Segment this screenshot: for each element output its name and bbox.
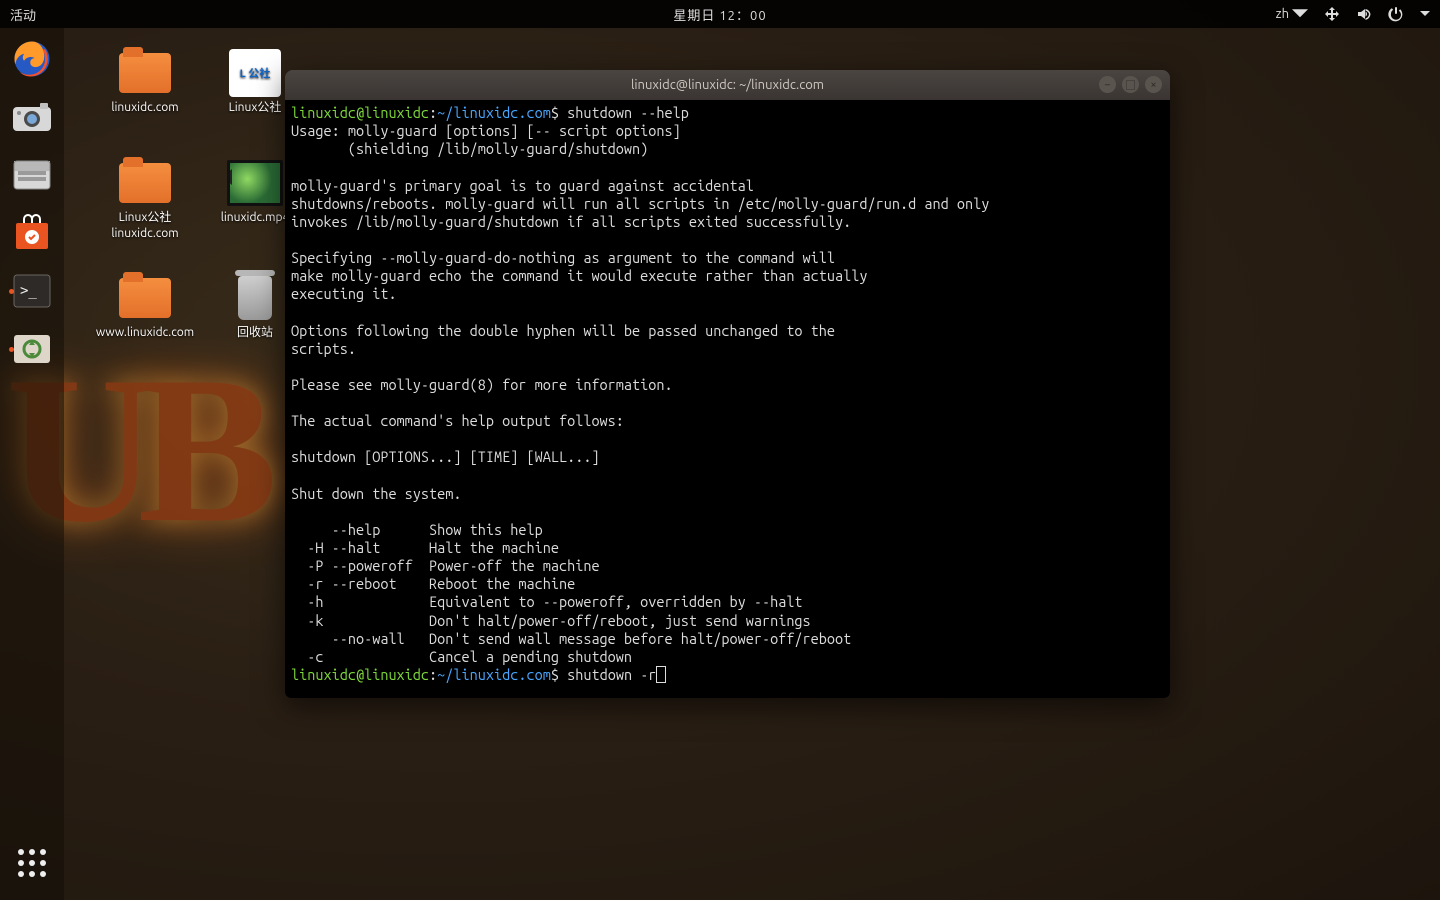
dock-files[interactable]	[7, 150, 57, 200]
input-method-indicator[interactable]: zh	[1276, 6, 1308, 22]
svg-text:>_: >_	[20, 283, 37, 299]
folder-icon	[119, 53, 171, 93]
terminal-window: linuxidc@linuxidc: ~/linuxidc.com − □ × …	[285, 70, 1170, 698]
terminal-body[interactable]: linuxidc@linuxidc:~/linuxidc.com$ shutdo…	[285, 100, 1170, 698]
folder-icon	[119, 278, 171, 318]
top-bar: 活动 星期日 12：00 zh	[0, 0, 1440, 28]
terminal-cursor	[656, 666, 666, 683]
window-minimize-button[interactable]: −	[1099, 76, 1116, 93]
window-titlebar[interactable]: linuxidc@linuxidc: ~/linuxidc.com − □ ×	[285, 70, 1170, 100]
trash-icon	[238, 276, 272, 320]
clock[interactable]: 星期日 12：00	[673, 5, 766, 24]
dock: >_	[0, 28, 64, 900]
power-icon[interactable]	[1388, 6, 1404, 22]
network-icon[interactable]	[1324, 6, 1340, 22]
activities-button[interactable]: 活动	[10, 5, 36, 24]
window-close-button[interactable]: ×	[1145, 76, 1162, 93]
desktop-folder-linuxgongsi[interactable]: Linux公社linuxidc.com	[95, 160, 195, 241]
volume-icon[interactable]	[1356, 6, 1372, 22]
desktop-folder-linuxidc[interactable]: linuxidc.com	[95, 50, 195, 116]
dock-terminal[interactable]: >_	[7, 266, 57, 316]
terminal-output: Usage: molly-guard [options] [-- script …	[291, 122, 989, 665]
status-area: zh	[1276, 6, 1430, 22]
window-title: linuxidc@linuxidc: ~/linuxidc.com	[631, 78, 824, 92]
site-logo-icon: L 公社	[229, 49, 281, 97]
dock-camera[interactable]	[7, 92, 57, 142]
chevron-down-icon	[1292, 6, 1308, 22]
video-thumbnail-icon	[227, 160, 283, 206]
desktop-folder-www[interactable]: www.linuxidc.com	[95, 275, 195, 341]
dock-software[interactable]	[7, 208, 57, 258]
dock-firefox[interactable]	[7, 34, 57, 84]
show-applications-button[interactable]	[7, 838, 57, 888]
dock-update-manager[interactable]	[7, 324, 57, 374]
folder-icon	[119, 163, 171, 203]
window-maximize-button[interactable]: □	[1122, 76, 1139, 93]
chevron-down-icon	[1420, 9, 1430, 19]
